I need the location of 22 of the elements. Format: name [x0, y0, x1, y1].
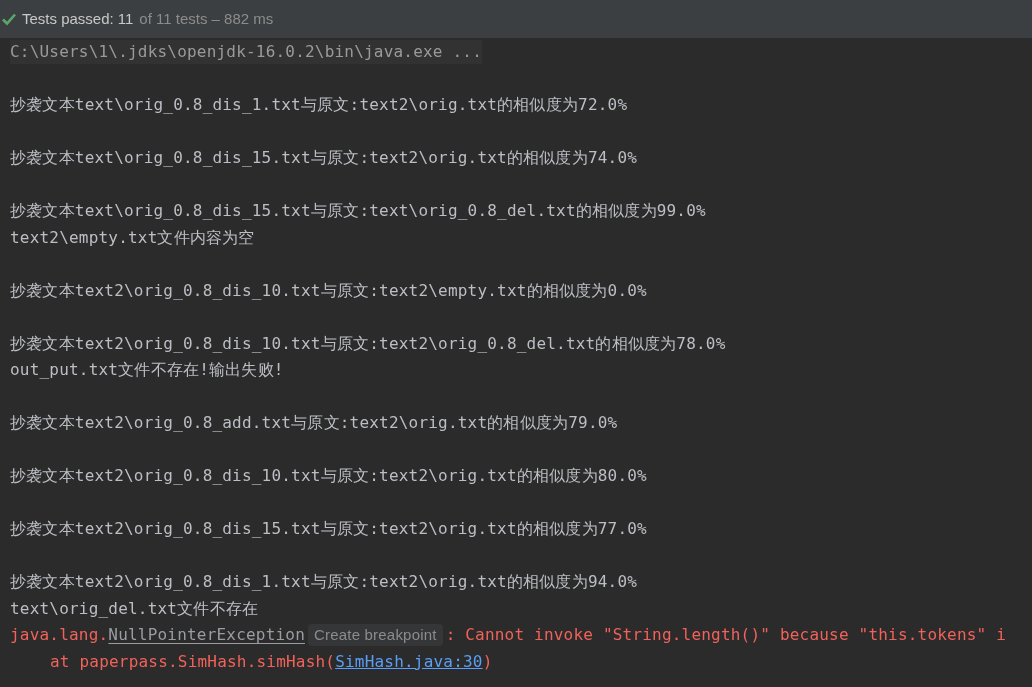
- source-link[interactable]: SimHash.java:30: [335, 649, 483, 674]
- status-detail: of 11 tests – 882 ms: [139, 8, 274, 29]
- output-line: 抄袭文本text2\orig_0.8_dis_15.txt与原文:text2\orig.txt的相似度为77.0%: [10, 518, 647, 541]
- passed-count: 11: [117, 8, 134, 29]
- output-line: 抄袭文本text2\orig_0.8_dis_10.txt与原文:text2\empty.txt的相似度为0.0%: [10, 279, 647, 302]
- output-line: 抄袭文本text\orig_0.8_dis_1.txt与原文:text2\orig.txt的相似度为72.0%: [10, 94, 628, 117]
- status-label: Tests passed:: [22, 8, 114, 29]
- output-line: 抄袭文本text2\orig_0.8_add.txt与原文:text2\orig.txt的相似度为79.0%: [10, 412, 618, 435]
- output-line: 抄袭文本text2\orig_0.8_dis_10.txt与原文:text2\orig_0.8_del.txt的相似度为78.0%: [10, 332, 726, 355]
- stack-trace-text: ): [482, 650, 493, 673]
- output-line: 抄袭文本text2\orig_0.8_dis_10.txt与原文:text2\orig.txt的相似度为80.0%: [10, 465, 647, 488]
- exception-message: : Cannot invoke "String.length()" because "this.tokens" i: [445, 624, 1007, 647]
- exception-link[interactable]: NullPointerException: [108, 623, 305, 648]
- exception-package: java.lang.: [10, 624, 109, 647]
- output-line: text\orig_del.txt文件不存在: [10, 597, 259, 620]
- output-line: text2\empty.txt文件内容为空: [10, 226, 255, 249]
- output-line: 抄袭文本text\orig_0.8_dis_15.txt与原文:text2\orig.txt的相似度为74.0%: [10, 147, 638, 170]
- stack-trace-text: at paperpass.SimHash.simHash(: [50, 650, 336, 673]
- output-line: 抄袭文本text2\orig_0.8_dis_1.txt与原文:text2\orig.txt的相似度为94.0%: [10, 571, 638, 594]
- create-breakpoint-button[interactable]: Create breakpoint: [308, 624, 443, 647]
- output-line: out_put.txt文件不存在!输出失败!: [10, 359, 284, 382]
- output-line: 抄袭文本text\orig_0.8_dis_15.txt与原文:text\orig_0.8_del.txt的相似度为99.0%: [10, 200, 706, 223]
